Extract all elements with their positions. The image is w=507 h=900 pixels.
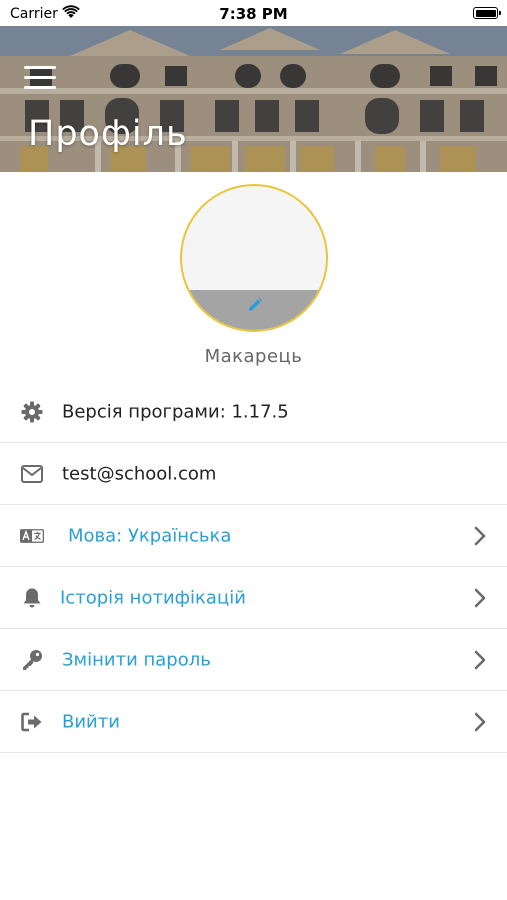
list-item-change-password[interactable]: Змінити пароль bbox=[0, 629, 507, 691]
menu-button[interactable] bbox=[24, 64, 58, 92]
avatar-edit-button[interactable] bbox=[182, 290, 326, 330]
notification-history-label: Історія нотифікацій bbox=[60, 587, 246, 608]
list-item-language[interactable]: Мова: Українська bbox=[0, 505, 507, 567]
list-item-notification-history[interactable]: Історія нотифікацій bbox=[0, 567, 507, 629]
sign-out-icon bbox=[20, 710, 44, 734]
clock: 7:38 PM bbox=[219, 5, 288, 23]
key-icon bbox=[20, 648, 44, 672]
language-icon bbox=[20, 524, 44, 548]
app-version-label: Версія програми: 1.17.5 bbox=[62, 401, 289, 422]
avatar[interactable] bbox=[180, 184, 328, 332]
pencil-icon bbox=[249, 297, 263, 311]
chevron-right-icon bbox=[474, 712, 486, 731]
email-label: test@school.com bbox=[62, 463, 217, 484]
list-item-email: test@school.com bbox=[0, 443, 507, 505]
bell-icon bbox=[20, 586, 44, 610]
status-bar: Carrier 7:38 PM bbox=[0, 0, 507, 26]
username: Макарець bbox=[204, 346, 303, 367]
profile-header: Профіль bbox=[0, 26, 507, 172]
list-item-app-version: Версія програми: 1.17.5 bbox=[0, 381, 507, 443]
chevron-right-icon bbox=[474, 588, 486, 607]
change-password-label: Змінити пароль bbox=[62, 649, 211, 670]
list-item-logout[interactable]: Вийти bbox=[0, 691, 507, 753]
envelope-icon bbox=[20, 462, 44, 486]
gear-icon bbox=[20, 400, 44, 424]
page-title: Профіль bbox=[28, 114, 188, 154]
chevron-right-icon bbox=[474, 650, 486, 669]
language-label: Мова: Українська bbox=[68, 525, 232, 546]
logout-label: Вийти bbox=[62, 711, 120, 732]
hamburger-menu-icon bbox=[24, 66, 56, 69]
profile-menu-list: Версія програми: 1.17.5 test@school.com … bbox=[0, 381, 507, 753]
battery-icon bbox=[473, 7, 501, 19]
chevron-right-icon bbox=[474, 526, 486, 545]
